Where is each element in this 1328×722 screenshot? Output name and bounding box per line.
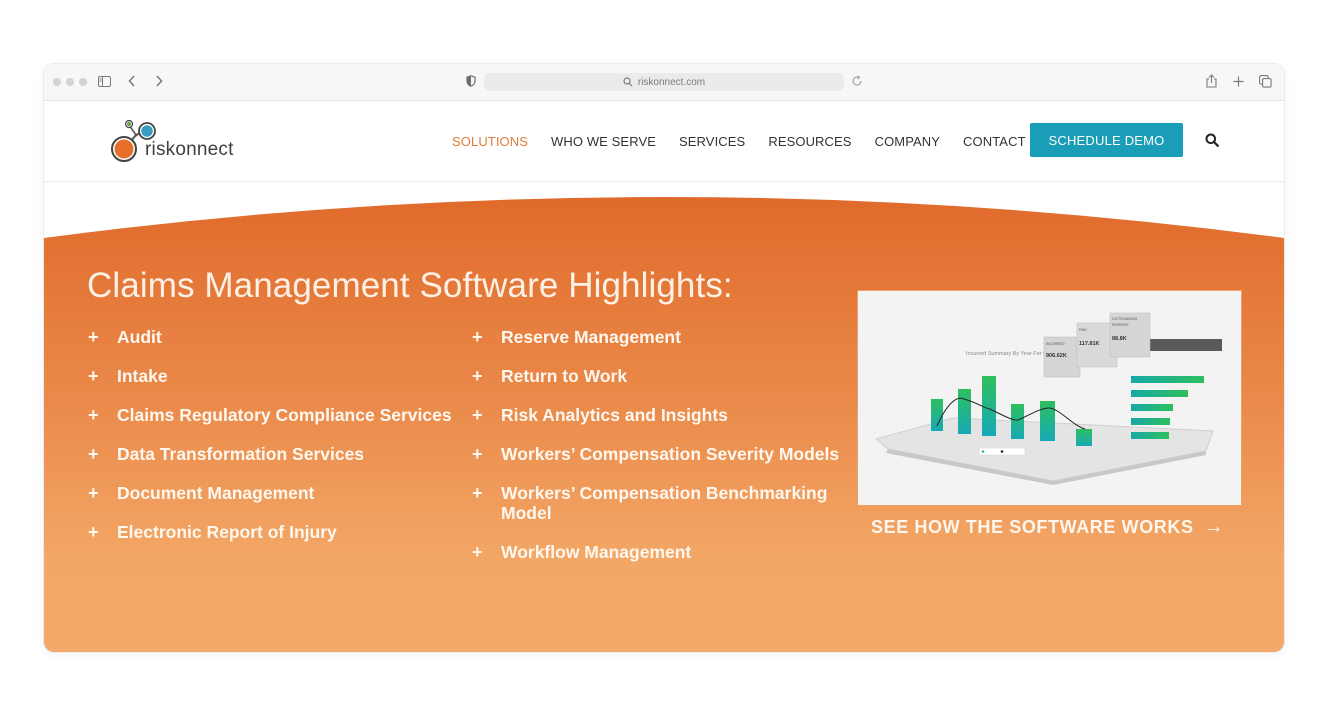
nav-resources[interactable]: RESOURCES	[768, 134, 851, 149]
preview-hbar	[1131, 404, 1173, 411]
preview-bar	[1040, 401, 1055, 441]
preview-hbar	[1131, 432, 1169, 439]
hero-title: Claims Management Software Highlights:	[87, 266, 733, 305]
plus-icon: +	[88, 366, 99, 386]
nav-solutions[interactable]: SOLUTIONS	[452, 134, 528, 149]
hero-section: Claims Management Software Highlights: +…	[44, 182, 1284, 652]
preview-bar	[1011, 404, 1024, 439]
plus-icon: +	[88, 327, 99, 347]
plus-icon: +	[88, 405, 99, 425]
kpi-card: INCURRED 906.62K	[1043, 336, 1081, 378]
highlights-list-right: + Reserve Management + Return to Work + Ris…	[472, 327, 852, 581]
zoom-window-button[interactable]	[79, 78, 87, 86]
plus-icon: +	[88, 444, 99, 464]
list-item[interactable]: + Audit	[88, 327, 468, 347]
privacy-shield-icon[interactable]	[466, 75, 476, 89]
list-item-label: Workers’ Compensation Benchmarking Model	[501, 483, 828, 523]
nav-services[interactable]: SERVICES	[679, 134, 745, 149]
list-item-label: Claims Regulatory Compliance Services	[117, 405, 452, 425]
plus-icon: +	[88, 483, 99, 503]
svg-text:PAID: PAID	[1079, 328, 1087, 332]
kpi-card: OUTSTANDING RESERVE 88.8K	[1109, 312, 1151, 358]
list-item[interactable]: + Return to Work	[472, 366, 852, 386]
plus-icon: +	[472, 327, 483, 347]
sidebar-icon[interactable]	[98, 75, 111, 89]
list-item-label: Workflow Management	[501, 542, 692, 562]
search-icon	[623, 77, 633, 87]
svg-text:RESERVE: RESERVE	[1112, 323, 1129, 327]
list-item-label: Document Management	[117, 483, 315, 503]
arrow-right-icon: →	[1203, 516, 1225, 538]
list-item[interactable]: + Data Transformation Services	[88, 444, 468, 464]
list-item[interactable]: + Workers’ Compensation Benchmarking Mode…	[472, 483, 841, 523]
browser-window: riskonnect.com riskonnect SOLUTIONS WHO …	[44, 64, 1284, 652]
back-icon[interactable]	[128, 75, 136, 89]
logo-wordmark: riskonnect	[145, 139, 234, 160]
list-item-label: Intake	[117, 366, 168, 386]
preview-hbar	[1131, 418, 1170, 425]
schedule-demo-button[interactable]: SCHEDULE DEMO	[1030, 123, 1183, 157]
list-item[interactable]: + Document Management	[88, 483, 468, 503]
main-nav: SOLUTIONS WHO WE SERVE SERVICES RESOURCE…	[452, 101, 1070, 181]
list-item-label: Data Transformation Services	[117, 444, 365, 464]
list-item[interactable]: + Risk Analytics and Insights	[472, 405, 852, 425]
list-item-label: Return to Work	[501, 366, 628, 386]
list-item[interactable]: + Claims Regulatory Compliance Services	[88, 405, 468, 425]
list-item[interactable]: + Intake	[88, 366, 468, 386]
list-item[interactable]: + Electronic Report of Injury	[88, 522, 468, 542]
highlights-list-left: + Audit + Intake + Claims Regulatory Compli…	[88, 327, 468, 561]
minimize-window-button[interactable]	[66, 78, 74, 86]
list-item[interactable]: + Workers’ Compensation Severity Models	[472, 444, 852, 464]
plus-icon: +	[472, 542, 483, 562]
close-window-button[interactable]	[53, 78, 61, 86]
share-icon[interactable]	[1206, 74, 1217, 90]
preview-bar	[1076, 429, 1092, 446]
forward-icon[interactable]	[155, 75, 163, 89]
plus-icon: +	[472, 366, 483, 386]
see-how-software-works-link[interactable]: SEE HOW THE SOFTWARE WORKS →	[871, 516, 1224, 539]
svg-text:88.8K: 88.8K	[1112, 336, 1127, 342]
plus-icon: +	[472, 483, 483, 503]
browser-toolbar: riskonnect.com	[44, 64, 1284, 101]
nav-who-we-serve[interactable]: WHO WE SERVE	[551, 134, 656, 149]
preview-bar	[982, 376, 996, 436]
svg-text:INCURRED: INCURRED	[1046, 342, 1065, 346]
address-bar[interactable]: riskonnect.com	[484, 73, 844, 91]
list-item[interactable]: + Reserve Management	[472, 327, 852, 347]
preview-bar	[931, 399, 943, 431]
plus-icon: +	[472, 405, 483, 425]
url-text: riskonnect.com	[637, 76, 706, 88]
plus-icon: +	[472, 444, 483, 464]
list-item-label: Audit	[117, 327, 162, 347]
list-item[interactable]: + Workflow Management	[472, 542, 852, 562]
list-item-label: Reserve Management	[501, 327, 681, 347]
search-icon[interactable]	[1205, 133, 1221, 149]
site-header: riskonnect SOLUTIONS WHO WE SERVE SERVIC…	[44, 101, 1284, 182]
preview-hbar	[1131, 376, 1204, 383]
svg-text:906.62K: 906.62K	[1046, 353, 1067, 359]
new-tab-icon[interactable]	[1233, 75, 1244, 89]
reload-icon[interactable]	[851, 75, 863, 89]
preview-header-bar	[1148, 339, 1222, 351]
svg-text:117.81K: 117.81K	[1079, 341, 1100, 347]
list-item-label: Risk Analytics and Insights	[501, 405, 728, 425]
preview-bar	[958, 389, 971, 434]
list-item-label: Electronic Report of Injury	[117, 522, 337, 542]
software-preview-image[interactable]: Incurred Summary By Year For Claims INCU…	[857, 290, 1242, 506]
tabs-overview-icon[interactable]	[1259, 75, 1272, 90]
svg-text:OUTSTANDING: OUTSTANDING	[1112, 317, 1137, 321]
preview-hbar	[1131, 390, 1188, 397]
nav-company[interactable]: COMPANY	[875, 134, 940, 149]
cta-label: SEE HOW THE SOFTWARE WORKS	[871, 517, 1194, 537]
dashboard-illustration: Incurred Summary By Year For Claims INCU…	[874, 312, 1222, 485]
plus-icon: +	[88, 522, 99, 542]
riskonnect-logo[interactable]: riskonnect	[108, 113, 248, 169]
list-item-label: Workers’ Compensation Severity Models	[501, 444, 840, 464]
